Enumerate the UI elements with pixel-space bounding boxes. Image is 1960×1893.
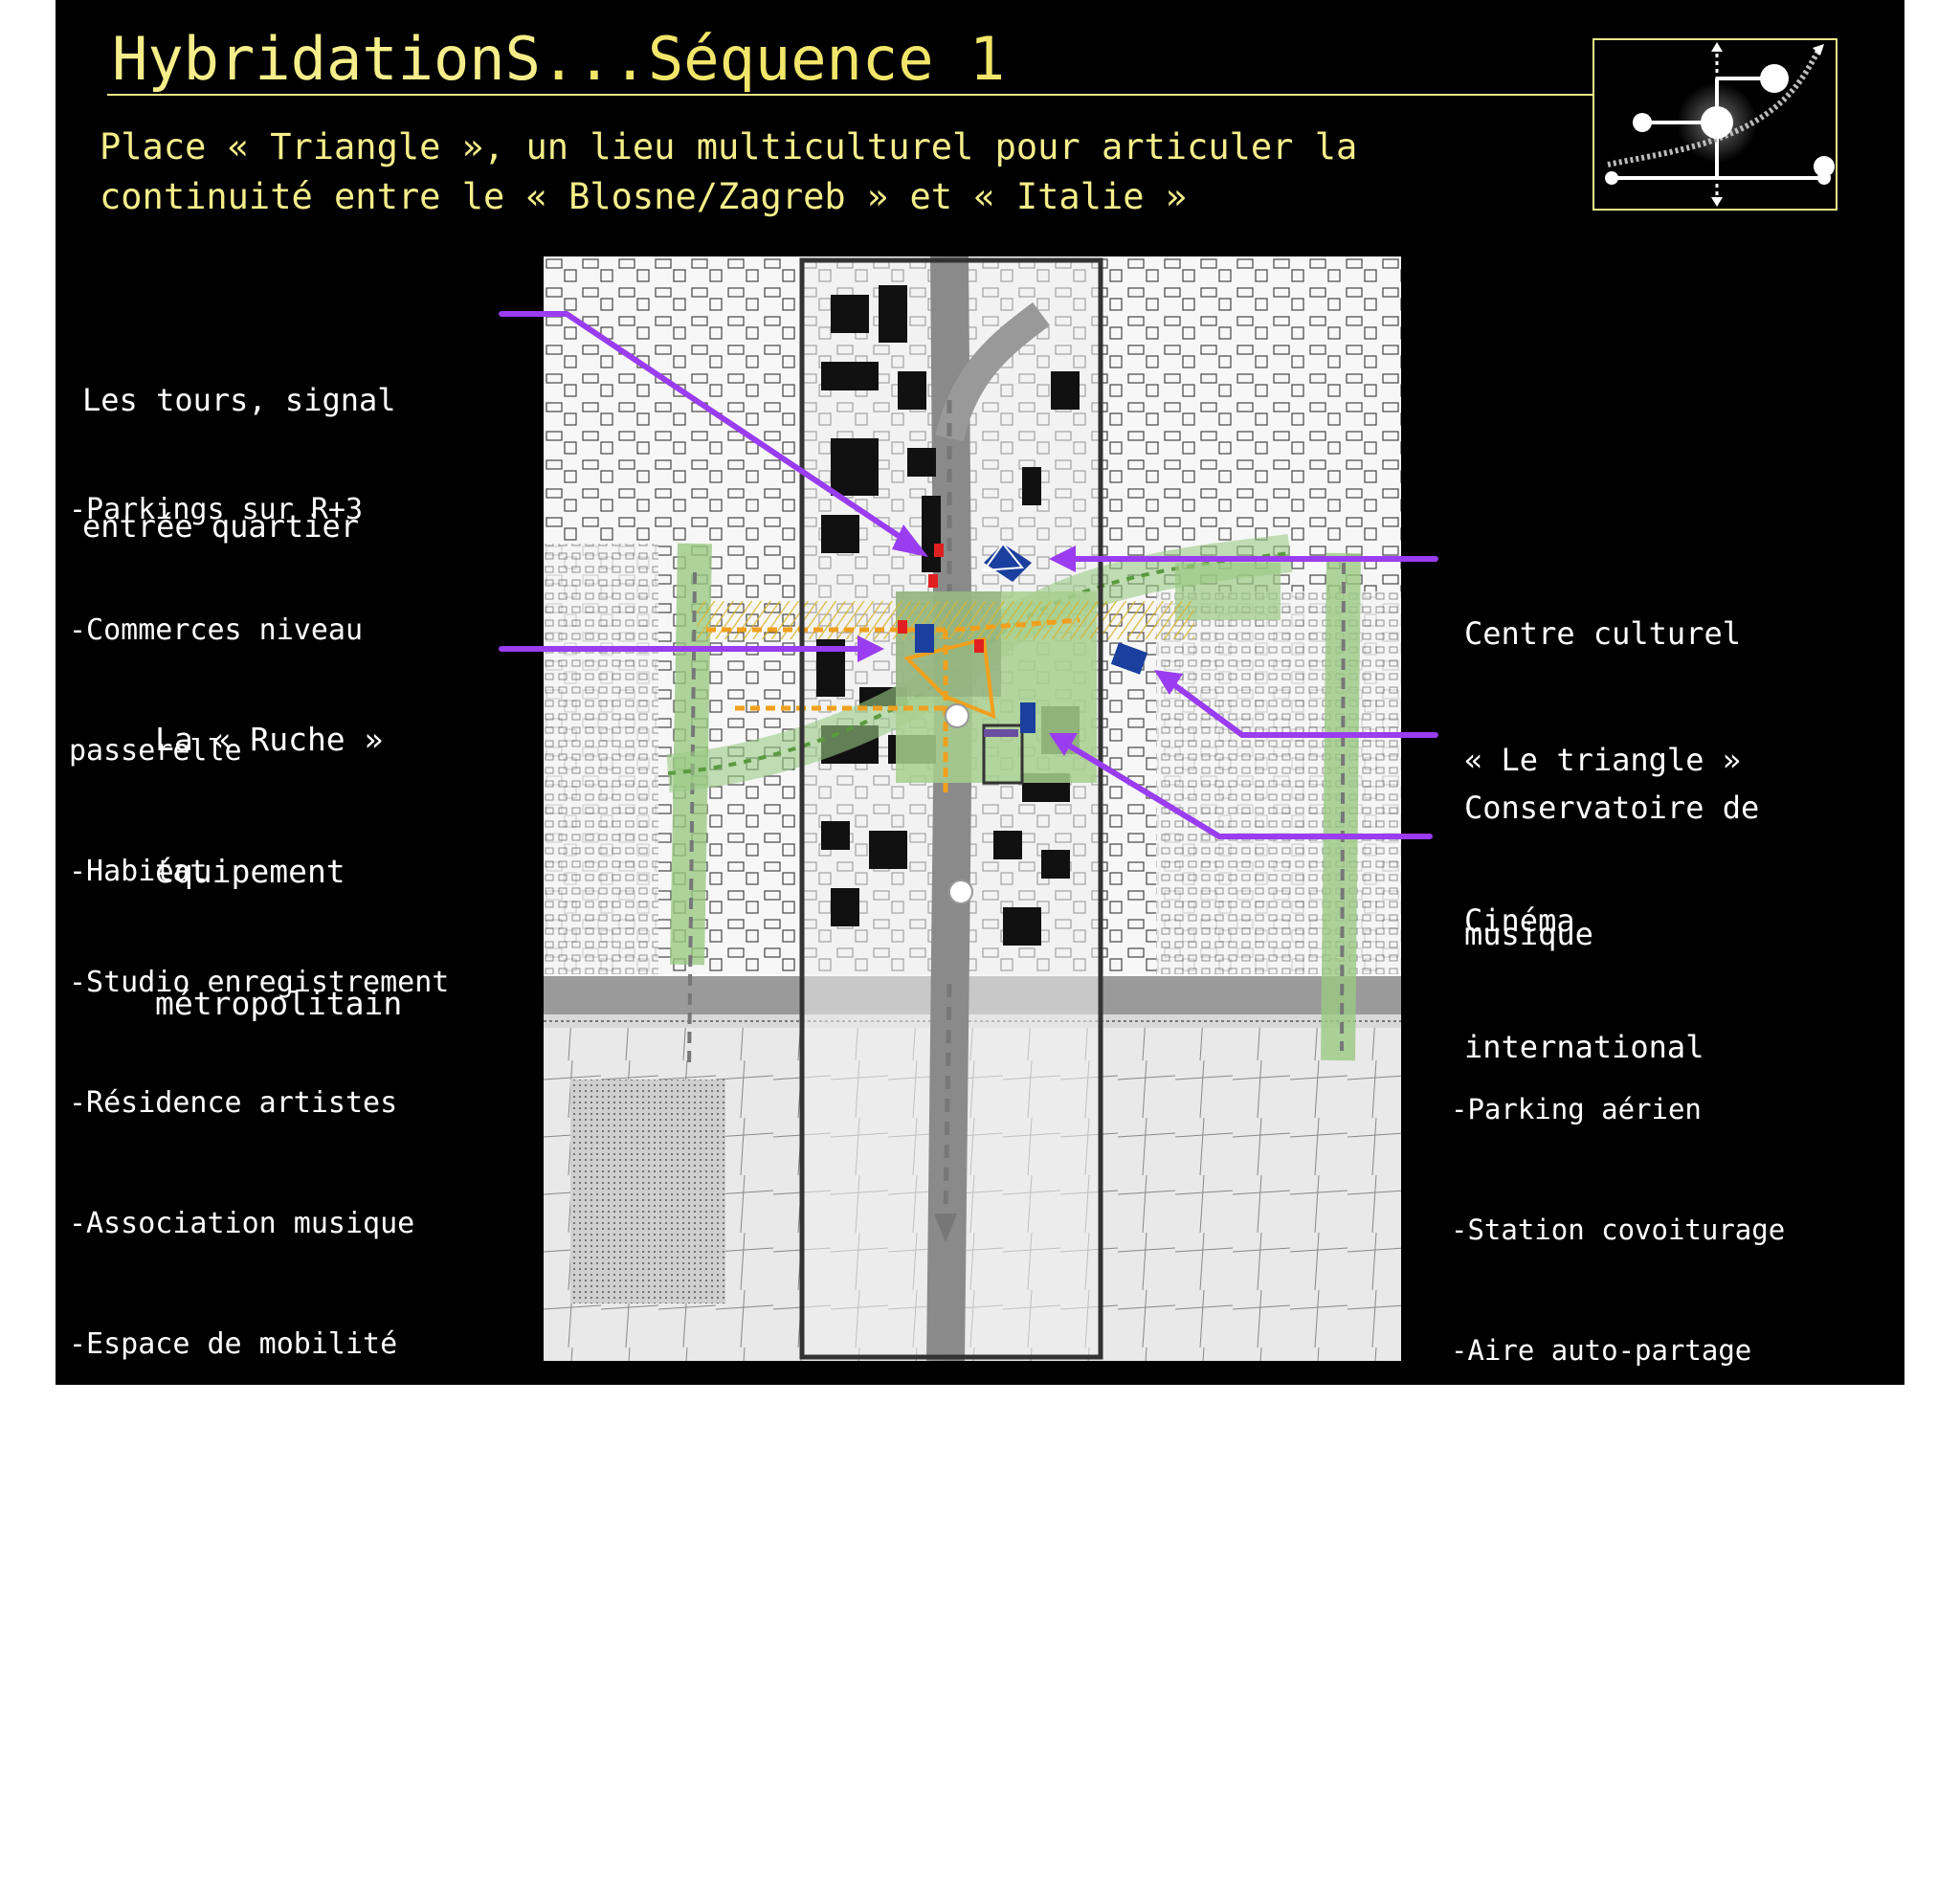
list-item: rap et musique du monde bbox=[69, 1689, 467, 1723]
list-item: -Crèche familial bbox=[1451, 1696, 1719, 1728]
title-sequence: ...Séquence 1 bbox=[540, 24, 1006, 94]
label-line: Cinéma bbox=[1464, 902, 1575, 939]
title-underline bbox=[107, 94, 1592, 96]
list-item: -Station covoiturage bbox=[1451, 1214, 1786, 1246]
list-item: -Espace de mobilité bbox=[69, 1327, 398, 1361]
subtitle: Place « Triangle », un lieu multiculture… bbox=[100, 122, 1357, 222]
page-title: HybridationS...Séquence 1 bbox=[112, 23, 1005, 96]
label-line: Centre culturel bbox=[1464, 615, 1741, 652]
urban-site-plan bbox=[544, 256, 1401, 1362]
list-item: -Salle de sport bbox=[1451, 1816, 1702, 1849]
list-item: -Parkings sur R+3 bbox=[69, 493, 364, 526]
list-item: -Parking aérien bbox=[1451, 1093, 1702, 1125]
list-item: -Salle de représentation bbox=[69, 1569, 484, 1602]
list-item: -Résidence artistes bbox=[69, 1086, 398, 1120]
title-main: HybridationS bbox=[112, 24, 541, 94]
network-node-icon bbox=[1592, 38, 1838, 211]
mobility-list: -Parking aérien -Station covoiturage -Ai… bbox=[1451, 1009, 1836, 1893]
list-item: -Vélo libre service bbox=[1451, 1455, 1769, 1487]
ruche-list: -Studio enregistrement -Résidence artist… bbox=[69, 882, 483, 1767]
list-item: -Association musique bbox=[69, 1207, 415, 1240]
subtitle-line: continuité entre le « Blosne/Zagreb » et… bbox=[100, 176, 1188, 217]
list-item: -Atelier entretien vélo bbox=[1451, 1575, 1836, 1608]
list-item: -Aire auto-partage bbox=[1451, 1334, 1752, 1367]
label-line: La « Ruche » bbox=[155, 721, 384, 758]
subtitle-line: Place « Triangle », un lieu multiculture… bbox=[100, 126, 1358, 167]
list-item: -Studio enregistrement bbox=[69, 966, 450, 999]
list-item: numérique bbox=[69, 1448, 225, 1481]
